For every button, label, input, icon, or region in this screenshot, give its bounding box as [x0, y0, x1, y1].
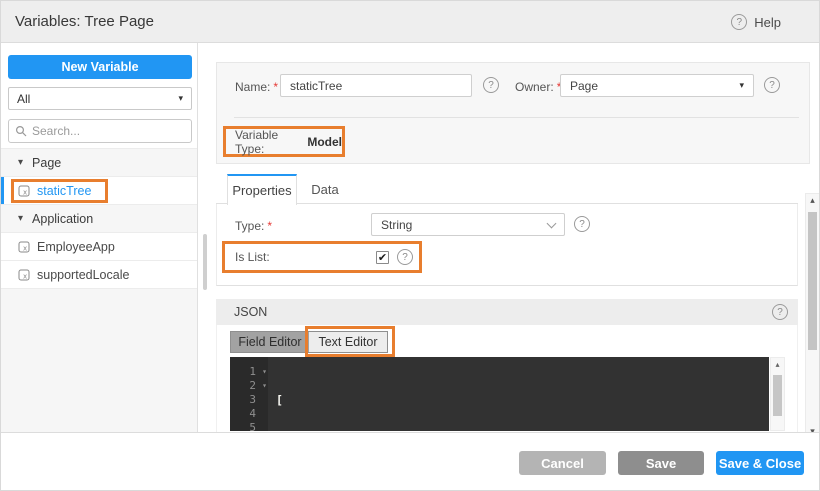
tree-item-label: EmployeeApp — [37, 239, 115, 254]
editor-scrollbar[interactable]: ▴ — [770, 357, 785, 431]
code-fold-icon[interactable]: ▾ — [262, 379, 267, 393]
collapse-triangle-icon[interactable]: ▾ — [18, 213, 23, 224]
editor-code-area[interactable]: [ ··{ ····"label": "item1", ····"icon": … — [268, 357, 769, 431]
type-help-icon[interactable]: ? — [574, 216, 590, 232]
svg-text:x: x — [23, 188, 27, 196]
page-title: Variables: Tree Page — [15, 13, 154, 30]
main-scrollbar-thumb[interactable] — [808, 212, 817, 350]
scroll-up-icon[interactable]: ▴ — [806, 195, 819, 206]
required-asterisk: * — [267, 219, 273, 233]
tree-item-statictree[interactable]: x staticTree — [1, 177, 197, 205]
tab-data[interactable]: Data — [297, 174, 353, 204]
dropdown-arrow-icon: ▾ — [739, 80, 744, 90]
tree-group-application[interactable]: ▾ Application — [1, 205, 197, 233]
text-editor-button[interactable]: Text Editor — [309, 331, 388, 353]
collapse-triangle-icon[interactable]: ▾ — [18, 157, 23, 168]
owner-help-icon[interactable]: ? — [764, 77, 780, 93]
name-label: Name: * — [235, 80, 279, 94]
search-input[interactable] — [32, 124, 185, 138]
dropdown-arrow-icon: ▾ — [178, 93, 183, 103]
required-asterisk: * — [273, 80, 279, 94]
save-and-close-button[interactable]: Save & Close — [716, 451, 804, 475]
main-scrollbar[interactable]: ▴ ▾ — [805, 193, 819, 439]
variables-tree: ▾ Page x staticTree ▾ Application x Empl… — [1, 148, 197, 432]
panel-divider — [234, 117, 799, 118]
save-button[interactable]: Save — [618, 451, 704, 475]
properties-panel: Type: * String ? Is List: ✔ ? — [216, 204, 798, 286]
json-section-body: Field Editor Text Editor 1▾ 2▾ 3 4 5 [ ·… — [216, 325, 798, 432]
variable-search[interactable] — [8, 119, 192, 143]
dialog-header: Variables: Tree Page ? Help — [1, 1, 819, 43]
json-help-icon[interactable]: ? — [772, 304, 788, 320]
editor-gutter: 1 ▾ 2 ▾ 3 4 5 — [230, 357, 268, 431]
variables-sidebar: New Variable All ▾ ▾ Page x staticTree — [1, 43, 198, 432]
name-help-icon[interactable]: ? — [483, 77, 499, 93]
tree-item-label: staticTree — [37, 183, 92, 198]
tree-group-page[interactable]: ▾ Page — [1, 149, 197, 177]
variable-icon: x — [18, 269, 30, 281]
chevron-down-icon — [546, 218, 557, 228]
is-list-highlight-box: Is List: ✔ ? — [222, 241, 422, 273]
variables-dialog: Variables: Tree Page ? Help New Variable… — [0, 0, 820, 491]
tree-group-label: Application — [32, 211, 94, 226]
variable-filter-value: All — [17, 91, 31, 106]
type-select[interactable]: String — [371, 213, 565, 236]
owner-value: Page — [570, 78, 599, 93]
is-list-checkbox[interactable]: ✔ — [376, 250, 389, 264]
help-label[interactable]: Help — [754, 15, 781, 30]
help-button[interactable]: ? Help — [731, 13, 781, 31]
tree-item-label: supportedLocale — [37, 267, 130, 282]
variable-type-value: Model — [307, 134, 342, 149]
variable-icon: x — [18, 241, 30, 253]
is-list-label: Is List: — [235, 250, 270, 264]
variable-type-label: Variable Type: — [235, 127, 279, 156]
new-variable-button[interactable]: New Variable — [8, 55, 192, 79]
tab-properties[interactable]: Properties — [227, 174, 297, 205]
field-editor-button[interactable]: Field Editor — [230, 331, 310, 353]
variable-summary-panel: Name:* ? Owner:* Page ▾ ? Variable Type:… — [216, 62, 810, 164]
help-icon[interactable]: ? — [731, 14, 748, 30]
dialog-footer: Cancel Save Save & Close — [1, 433, 819, 490]
detail-tabs: Properties Data — [216, 174, 798, 205]
tree-item-employeeapp[interactable]: x EmployeeApp — [1, 233, 197, 261]
json-code-editor[interactable]: 1▾ 2▾ 3 4 5 [ ··{ ····"label": "item1", … — [230, 357, 769, 431]
sidebar-scrollbar-thumb[interactable] — [203, 234, 207, 290]
is-list-help-icon[interactable]: ? — [397, 249, 413, 265]
code-line: [ — [276, 393, 283, 407]
tree-item-supportedlocale[interactable]: x supportedLocale — [1, 261, 197, 289]
variable-icon: x — [18, 185, 30, 197]
type-value: String — [381, 217, 413, 232]
owner-label: Owner:* — [515, 80, 561, 94]
editor-scrollbar-thumb[interactable] — [773, 375, 782, 416]
svg-text:x: x — [23, 244, 27, 252]
json-section-title: JSON — [234, 305, 268, 319]
search-icon — [15, 125, 27, 137]
type-label: Type: * — [235, 219, 273, 233]
cancel-button[interactable]: Cancel — [519, 451, 606, 475]
owner-select[interactable]: Page ▾ — [560, 74, 754, 97]
variable-type-highlight-box: Variable Type: Model — [223, 126, 345, 157]
variable-filter-dropdown[interactable]: All ▾ — [8, 87, 192, 110]
svg-text:x: x — [23, 272, 27, 280]
code-fold-icon[interactable]: ▾ — [262, 365, 267, 379]
selected-indicator — [1, 177, 4, 204]
json-section-header: JSON ? — [216, 299, 798, 325]
name-input[interactable] — [280, 74, 472, 97]
scroll-up-icon[interactable]: ▴ — [771, 360, 784, 369]
tree-group-label: Page — [32, 155, 62, 170]
